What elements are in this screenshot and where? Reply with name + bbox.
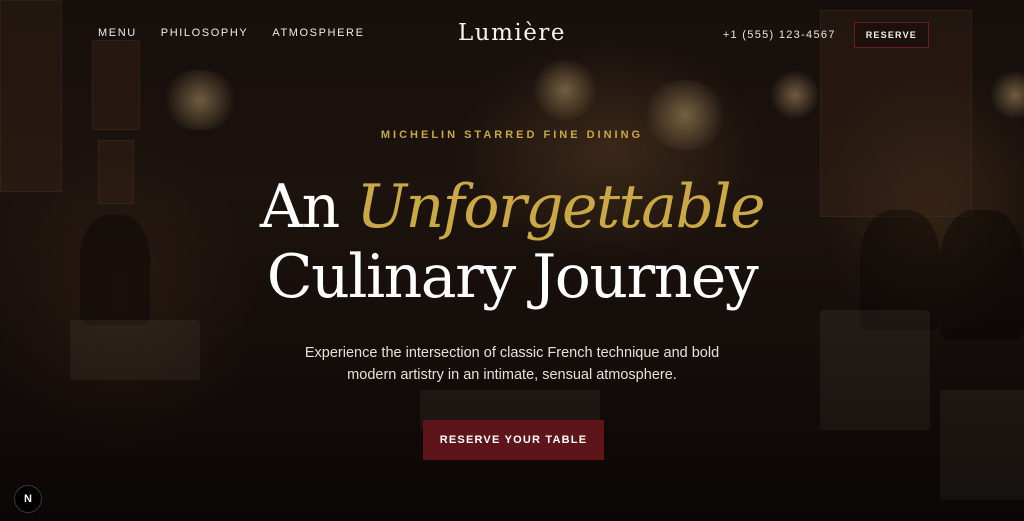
reserve-table-button[interactable]: RESERVE YOUR TABLE [423,420,604,460]
dev-tools-badge[interactable]: N [14,485,42,513]
hero-eyebrow: MICHELIN STARRED FINE DINING [380,129,644,141]
subtitle-line1: Experience the intersection of classic F… [304,345,720,361]
headline-line2: Culinary Journey [266,242,759,312]
phone-number-link[interactable]: +1 (555) 123-4567 [723,29,836,41]
headline-prefix: An [259,172,340,242]
hero-subtitle: Experience the intersection of classic F… [0,342,1024,386]
headline-accent: Unforgettable [356,172,765,242]
subtitle-line2: modern artistry in an intimate, sensual … [347,367,677,383]
reserve-button[interactable]: RESERVE [853,22,929,48]
hero-section: MENU PHILOSOPHY ATMOSPHERE Lumière +1 (5… [0,0,1024,521]
hero-headline: An Unforgettable Culinary Journey [0,172,1024,312]
nav-actions: +1 (555) 123-4567 RESERVE [723,22,929,48]
